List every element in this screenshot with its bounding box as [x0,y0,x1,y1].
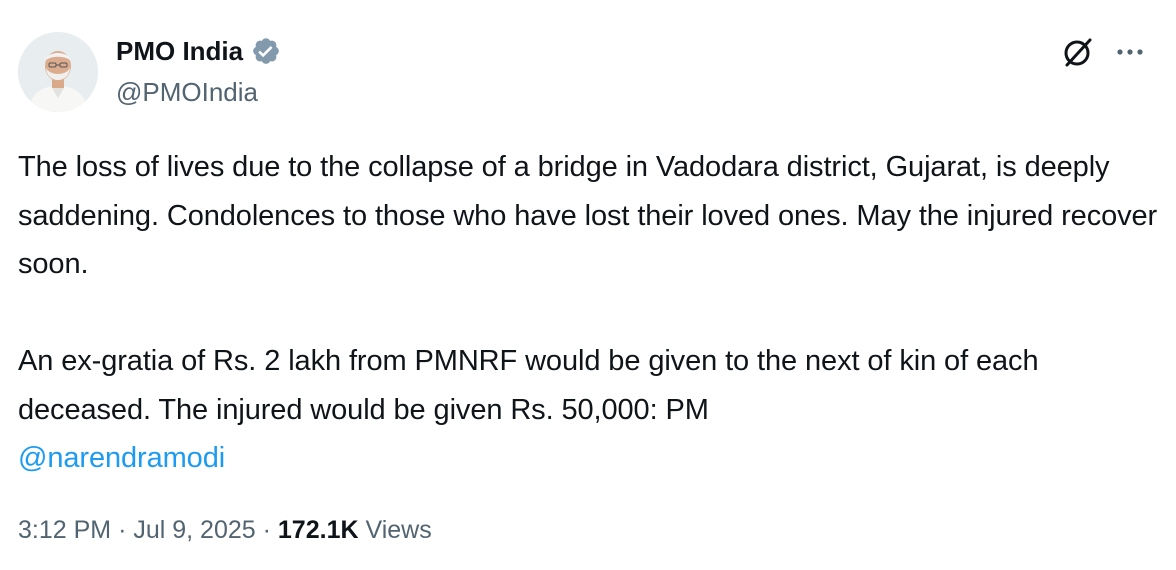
verified-badge-icon[interactable] [251,36,281,66]
tweet-card: PMO India @PMOIndia The loss of lives du… [0,0,1176,570]
views-count: 172.1K [277,516,359,544]
tweet-date: Jul 9, 2025 [133,516,256,544]
more-options-icon[interactable] [1112,38,1148,66]
author-avatar[interactable] [18,32,98,112]
author-handle[interactable]: @PMOIndia [116,75,258,109]
meta-separator: · [262,516,271,544]
grok-icon[interactable] [1060,34,1096,70]
tweet-paragraph: An ex-gratia of Rs. 2 lakh from PMNRF wo… [18,337,1158,483]
mention-link[interactable]: @narendramodi [18,442,225,474]
meta-separator: · [118,516,127,544]
avatar-image [18,32,98,112]
tweet-text: The loss of lives due to the collapse of… [18,143,1158,483]
tweet-paragraph-text: An ex-gratia of Rs. 2 lakh from PMNRF wo… [18,345,1039,426]
tweet-time: 3:12 PM [18,516,112,544]
tweet-paragraph: The loss of lives due to the collapse of… [18,151,1158,280]
views-label: Views [365,516,432,544]
author-display-name[interactable]: PMO India [116,34,243,68]
author-name-row: PMO India [116,34,281,68]
tweet-meta: 3:12 PM · Jul 9, 2025 · 172.1K Views [18,512,432,548]
tweet-timestamp[interactable]: 3:12 PM · Jul 9, 2025 [18,516,256,544]
